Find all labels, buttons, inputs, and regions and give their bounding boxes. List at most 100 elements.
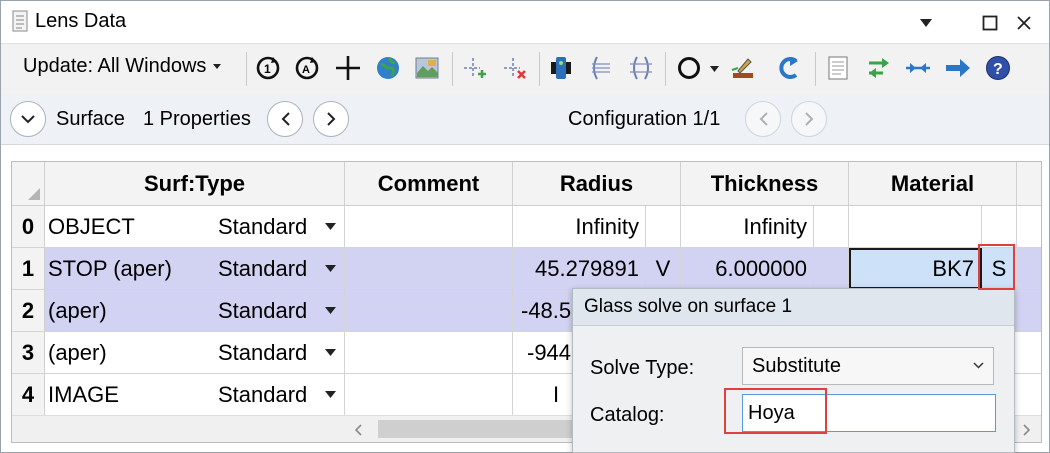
chevron-left-icon <box>281 112 290 126</box>
table-row[interactable]: 1 STOP (aper) Standard 45.279891 V 6.000… <box>12 248 1041 290</box>
radius-cell[interactable]: 45.279891 <box>513 248 646 289</box>
next-config-button[interactable] <box>791 101 827 137</box>
radius-solve-cell[interactable]: V <box>646 248 681 289</box>
lens-align-button[interactable] <box>627 53 655 83</box>
refresh-icon: 1 <box>256 56 280 80</box>
row-number[interactable]: 3 <box>12 332 45 373</box>
comment-cell[interactable] <box>345 332 513 373</box>
chevron-down-icon[interactable] <box>710 66 719 72</box>
configuration-label: Configuration 1/1 <box>568 108 721 130</box>
help-button[interactable]: ? <box>984 53 1012 83</box>
update-dropdown-label: Update: All Windows <box>23 55 207 77</box>
surface-name: IMAGE <box>48 381 119 407</box>
window-menu-button[interactable] <box>912 9 940 37</box>
solve-type-select[interactable]: Substitute <box>742 347 994 385</box>
scroll-left-icon[interactable] <box>354 424 362 436</box>
table-row[interactable]: 0 OBJECT Standard Infinity Infinity <box>12 206 1041 248</box>
chevron-down-icon[interactable] <box>325 307 336 314</box>
row-number[interactable]: 1 <box>12 248 45 289</box>
column-header-material[interactable]: Material <box>849 162 1017 206</box>
refresh-button[interactable]: 1 <box>254 53 282 83</box>
surface-name: OBJECT <box>48 213 135 239</box>
previous-surface-button[interactable] <box>267 101 303 137</box>
close-button[interactable] <box>1010 9 1038 37</box>
comment-cell[interactable] <box>345 248 513 289</box>
chevron-right-icon <box>804 112 813 126</box>
row-number[interactable]: 2 <box>12 290 45 331</box>
chevron-down-icon[interactable] <box>325 265 336 272</box>
undo-icon <box>779 57 798 79</box>
scroll-right-icon[interactable] <box>1023 424 1031 436</box>
expand-button[interactable] <box>10 101 46 137</box>
lens-group-button[interactable] <box>587 53 615 83</box>
undo-button[interactable] <box>775 53 803 83</box>
forward-arrow-button[interactable] <box>944 53 972 83</box>
map-button[interactable] <box>413 53 441 83</box>
thickness-cell[interactable]: 6.000000 <box>681 248 814 289</box>
globe-button[interactable] <box>374 53 402 83</box>
thickness-cell[interactable]: Infinity <box>681 206 814 247</box>
solve-type-value: Substitute <box>752 355 841 377</box>
scrollbar-thumb[interactable] <box>378 420 578 438</box>
document-button[interactable] <box>824 53 852 83</box>
chevron-down-icon[interactable] <box>325 223 336 230</box>
surface-name-cell[interactable]: IMAGE Standard <box>45 374 345 415</box>
corner-triangle-icon <box>28 188 40 200</box>
row-number[interactable]: 0 <box>12 206 45 247</box>
crosshair-button[interactable] <box>334 53 362 83</box>
column-header-comment[interactable]: Comment <box>345 162 513 206</box>
svg-text:A: A <box>302 64 310 76</box>
paint-button[interactable] <box>729 53 757 83</box>
material-cell[interactable]: BK7 <box>849 248 982 289</box>
comment-cell[interactable] <box>345 206 513 247</box>
row-number[interactable]: 4 <box>12 374 45 415</box>
surface-name-cell[interactable]: (aper) Standard <box>45 332 345 373</box>
swap-arrows-button[interactable] <box>865 53 893 83</box>
radius-solve-cell[interactable] <box>646 206 681 247</box>
comment-cell[interactable] <box>345 374 513 415</box>
svg-text:1: 1 <box>264 62 271 76</box>
toolbar-separator <box>452 52 453 86</box>
insert-surface-icon <box>464 58 486 78</box>
column-header-extra <box>1017 162 1041 206</box>
popup-title-bar: Glass solve on surface 1 <box>573 289 1014 326</box>
surface-name-cell[interactable]: OBJECT Standard <box>45 206 345 247</box>
circle-dropdown-button[interactable] <box>675 53 703 83</box>
material-solve-cell[interactable] <box>982 206 1017 247</box>
chevron-down-icon[interactable] <box>325 391 336 398</box>
map-icon <box>415 57 439 79</box>
surface-name: (aper) <box>48 297 107 323</box>
forward-arrow-icon <box>946 59 970 77</box>
insert-surface-button[interactable] <box>461 53 489 83</box>
select-all-corner[interactable] <box>12 162 45 206</box>
chevron-down-icon[interactable] <box>325 349 336 356</box>
maximize-button[interactable] <box>976 9 1004 37</box>
collapse-arrows-button[interactable] <box>904 53 932 83</box>
material-cell[interactable] <box>849 206 982 247</box>
column-header-radius[interactable]: Radius <box>513 162 681 206</box>
surface-name-cell[interactable]: STOP (aper) Standard <box>45 248 345 289</box>
thickness-solve-cell[interactable] <box>814 206 849 247</box>
thickness-solve-cell[interactable] <box>814 248 849 289</box>
column-header-surf-type[interactable]: Surf:Type <box>45 162 345 206</box>
column-header-thickness[interactable]: Thickness <box>681 162 849 206</box>
film-icon <box>551 57 571 79</box>
catalog-highlight <box>724 388 827 434</box>
lens-data-window: Lens Data Update: All Windows 1 A ? Surf… <box>0 0 1050 453</box>
auto-refresh-button[interactable]: A <box>293 53 321 83</box>
material-solve-highlight <box>978 244 1015 290</box>
solve-type-label: Solve Type: <box>590 357 695 379</box>
update-dropdown[interactable]: Update: All Windows <box>23 55 222 78</box>
surface-name-cell[interactable]: (aper) Standard <box>45 290 345 331</box>
comment-cell[interactable] <box>345 290 513 331</box>
film-button[interactable] <box>547 53 575 83</box>
collapse-arrows-icon <box>906 63 930 73</box>
chevron-right-icon <box>326 112 335 126</box>
next-surface-button[interactable] <box>313 101 349 137</box>
delete-surface-button[interactable] <box>501 53 529 83</box>
catalog-label: Catalog: <box>590 404 665 426</box>
previous-config-button[interactable] <box>745 101 781 137</box>
paint-icon <box>731 58 753 78</box>
auto-refresh-icon: A <box>295 56 319 80</box>
radius-cell[interactable]: Infinity <box>513 206 646 247</box>
